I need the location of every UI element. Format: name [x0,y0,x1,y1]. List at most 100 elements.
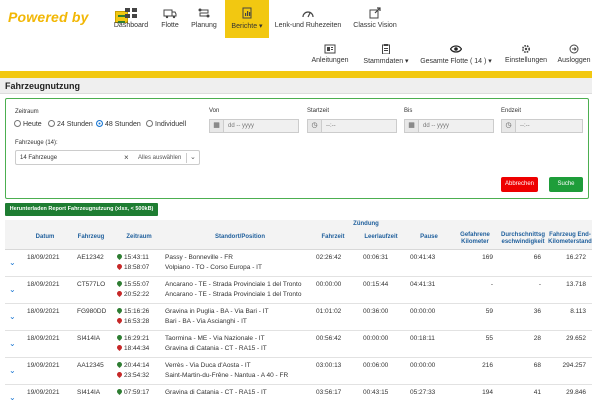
nav-classic-label: Classic Vision [353,22,397,29]
col-durchschnitt[interactable]: Durchschnittsg eschwindigkeit [499,232,547,246]
radio-48-stunden[interactable]: 48 Stunden [96,120,141,128]
table-row[interactable]: ⌄ 18/09/2021 CT577LO 15:55:07 20:52:22 A… [5,277,592,304]
eye-icon [450,45,462,53]
start-time: 15:55:07 [124,281,150,288]
col-leerlaufzeit[interactable]: Leerlaufzeit [359,234,403,241]
report-icon [242,7,252,19]
col-fahrzeug[interactable]: Fahrzeug [71,234,111,241]
cell-end: 16:53:28 [115,316,150,325]
cell-kmstand: 29.652 [566,335,586,342]
cell-pause: 00:00:00 [410,308,436,315]
col-fahrzeit[interactable]: Fahrzeit [313,234,353,241]
col-kmstand[interactable]: Fahrzeug End-Kilometerstand [548,232,592,246]
radio-individuell[interactable]: Individuell [146,120,186,128]
end-pin-icon [115,262,124,271]
alles-auswaehlen[interactable]: Alles auswählen [138,155,181,161]
nav-dashboard[interactable]: Dashboard [110,0,152,38]
radio-heute[interactable]: Heute [14,120,42,128]
cell-avg: 68 [533,362,541,369]
fahrzeuge-select[interactable]: 14 Fahrzeuge × Alles auswählen ⌄ [15,150,200,165]
search-button[interactable]: Suche [549,177,583,192]
nav-lenk-ruhezeiten[interactable]: Lenk-und Ruhezeiten [273,0,343,38]
expand-row-icon[interactable]: ⌄ [9,258,16,267]
start-pin-icon [115,387,124,396]
von-date-input[interactable]: ▦ dd -- yyyy [209,119,299,133]
cell-end: 20:52:22 [115,289,150,298]
col-standort[interactable]: Standort/Position [165,234,315,241]
fahrzeuge-value: 14 Fahrzeuge [20,155,58,161]
manual-icon [324,44,336,54]
endzeit-input[interactable]: ◷ --:-- [501,119,583,133]
radio-24-stunden[interactable]: 24 Stunden [48,120,93,128]
clock-icon: ◷ [502,120,516,132]
chevron-down-icon[interactable]: ⌄ [190,153,196,161]
nav-planung[interactable]: Planung [188,0,220,38]
nav-flotte[interactable]: Flotte [156,0,184,38]
expand-row-icon[interactable]: ⌄ [9,285,16,294]
cell-avg: 28 [533,335,541,342]
expand-row-icon[interactable]: ⌄ [9,339,16,348]
col-pause[interactable]: Pause [409,234,449,241]
cell-km: 216 [482,362,493,369]
cell-leerlauf: 00:00:00 [363,335,389,342]
cell-nach: Saint-Martin-du-Frêne - Nantua - A 40 - … [165,372,289,379]
radio-24-label: 24 Stunden [57,121,93,128]
table-row[interactable]: ⌄ 19/09/2021 AA12345 20:44:14 23:54:32 V… [5,358,592,385]
cell-start: 16:29:21 [115,333,149,342]
cell-fahrzeit: 00:00:00 [316,281,342,288]
table-row[interactable]: ⌄ 18/09/2021 SI414IA 16:29:21 18:44:34 T… [5,331,592,358]
end-pin-icon [115,370,124,379]
cell-datum: 18/09/2021 [27,335,60,342]
cell-start: 07:59:17 [115,387,149,396]
cell-von: Taormina - ME - Via Nazionale - IT [165,335,265,342]
end-time: 18:44:34 [124,345,150,352]
gear-icon [521,44,531,54]
nav-ausloggen[interactable]: Ausloggen [556,42,592,66]
cell-start: 15:55:07 [115,279,150,288]
nav-berichte[interactable]: Berichte ▾ [225,0,269,38]
table-row[interactable]: ⌄ 18/09/2021 AE12342 15:43:11 18:58:07 P… [5,250,592,277]
endzeit-placeholder: --:-- [520,123,530,129]
cell-von: Passy - Bonneville - FR [165,254,233,261]
nav-stammdaten[interactable]: Stammdaten ▾ [360,42,412,66]
cell-start: 20:44:14 [115,360,150,369]
download-report-button[interactable]: Herunterladen Report Fahrzeugnutzung (xl… [5,203,158,216]
cell-km: 169 [482,254,493,261]
group-header-zuendung: Zündung [353,221,379,227]
expand-row-icon[interactable]: ⌄ [9,393,16,400]
logout-icon [569,44,579,54]
calendar-icon: ▦ [210,120,224,132]
end-time: 16:53:28 [124,318,150,325]
nav-anleitungen[interactable]: Anleitungen [308,42,352,66]
startzeit-input[interactable]: ◷ --:-- [307,119,397,133]
expand-row-icon[interactable]: ⌄ [9,366,16,375]
start-time: 20:44:14 [124,362,150,369]
table-row[interactable]: ⌄ 19/09/2021 SI414IA 07:59:17 Gravina di… [5,385,592,400]
header-accent-bar [0,71,592,78]
cell-von: Ancarano - TE - Strada Provinciale 1 del… [165,281,302,288]
col-zeitraum[interactable]: Zeitraum [117,234,161,241]
bis-date-input[interactable]: ▦ dd -- yyyy [404,119,494,133]
table-header: Zündung Datum Fahrzeug Zeitraum Standort… [5,220,592,250]
nav-classic-vision[interactable]: Classic Vision [350,0,400,38]
expand-row-icon[interactable]: ⌄ [9,312,16,321]
cell-nach: Bari - BA - Via Ascianghi - IT [165,318,247,325]
end-time: 23:54:32 [124,372,150,379]
cell-kmstand: 29.846 [566,389,586,396]
table-row[interactable]: ⌄ 18/09/2021 FG980DD 15:16:26 16:53:28 G… [5,304,592,331]
cell-leerlauf: 00:06:00 [363,362,389,369]
bis-label: Bis [404,108,413,114]
col-km[interactable]: Gefahrene Kilometer [453,232,497,246]
clear-selection-icon[interactable]: × [124,153,129,162]
top-navbar: Powered by Dashboard Flotte Planung Beri… [0,0,592,38]
nav-einstellungen[interactable]: Einstellungen [504,42,548,66]
nav-lenk-label: Lenk-und Ruhezeiten [274,22,342,29]
cell-fahrzeit: 03:56:17 [316,389,342,396]
cell-pause: 00:00:00 [410,362,436,369]
nav-gesamte-flotte[interactable]: Gesamte Flotte ( 14 ) ▾ [420,42,492,66]
end-time: 20:52:22 [124,291,150,298]
cancel-button[interactable]: Abbrechen [501,177,538,192]
cell-kmstand: 16.272 [566,254,586,261]
col-datum[interactable]: Datum [25,234,65,241]
start-time: 15:16:26 [124,308,150,315]
